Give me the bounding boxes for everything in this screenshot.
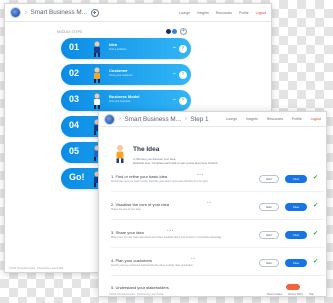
check-icon: ✔ [313, 231, 319, 237]
task-title: 4. Plan your customers [111, 258, 152, 263]
footer-links: About Cookies Privacy Policy Help [267, 293, 314, 296]
back-header: › Smart Business M... Lounge Insights Re… [5, 4, 271, 22]
task-row: 3. Share your idea ● ● ● Write a text yo… [111, 228, 324, 248]
breadcrumb-separator: › [25, 9, 28, 16]
nav-resources[interactable]: Resources [267, 117, 283, 121]
arrow-right-icon[interactable]: › [179, 70, 187, 79]
front-window: › Smart Business M... › Step 1 Lounge In… [98, 111, 327, 297]
step-number: Go! [69, 172, 85, 182]
top-nav: Lounge Insights Resources Profile Logout [226, 117, 321, 121]
section-label: MODULE STEPS [57, 30, 82, 34]
task-title: 5. Understand your stakeholders [111, 285, 169, 290]
footer-copyright: ©2019 Virtual Enterprise · Powered by La… [9, 267, 64, 270]
info-icon: ●● [173, 46, 176, 49]
nav-resources[interactable]: Resources [216, 11, 232, 15]
nav-insights[interactable]: Insights [197, 11, 209, 15]
task-description: Identify the need you want to solve. Des… [111, 180, 209, 183]
lightbulb-person-icon [116, 145, 124, 163]
view-button[interactable]: View [285, 231, 307, 239]
difficulty-dots-icon: ● ● ● [167, 229, 174, 232]
breadcrumb-separator: › [184, 116, 188, 122]
step-name: Idea [109, 42, 118, 47]
footer-link-privacy[interactable]: Privacy Policy [288, 293, 303, 296]
step-card-01[interactable]: 01 Idea Find a problem ●● › [61, 38, 191, 59]
nav-lounge[interactable]: Lounge [226, 117, 237, 121]
step-subtitle: Know your customer [109, 74, 133, 77]
task-description: Identify your key customers and describe… [111, 264, 194, 267]
top-nav: Lounge Insights Resources Profile Logout [179, 11, 266, 15]
step-subtitle: Test your business [109, 100, 131, 103]
person-illustration-icon [94, 93, 100, 109]
check-icon: ✔ [313, 203, 319, 209]
page-instructions: Dedicate time. Complete each task to ear… [133, 161, 219, 165]
task-row: 4. Plan your customers ● ● Identify your… [111, 256, 324, 276]
app-title: Smart Business M... [30, 9, 87, 16]
step-number: 01 [69, 42, 80, 52]
edit-button[interactable]: Edit [259, 231, 279, 239]
app-logo-icon[interactable] [104, 113, 115, 125]
person-illustration-icon [94, 41, 100, 57]
app-logo-icon[interactable] [10, 7, 21, 18]
task-description: Shape the core of your idea. [111, 208, 142, 211]
info-icon: ●● [173, 72, 176, 75]
step-card-02[interactable]: 02 Customer Know your customer ●● › [61, 64, 191, 85]
avatar[interactable] [171, 28, 178, 35]
step-breadcrumb[interactable]: Step 1 [190, 116, 208, 123]
task-description: Write a text you can share with others a… [111, 236, 223, 239]
add-member-icon[interactable]: + [180, 28, 187, 35]
nav-insights[interactable]: Insights [246, 117, 258, 121]
arrow-right-icon[interactable]: › [179, 96, 187, 105]
check-icon: ✔ [313, 175, 319, 181]
step-card-03[interactable]: 03 Business Model Test your business ●● … [61, 90, 191, 111]
footer-copyright: ©2019 Virtual Enterprise · Powered by La… [109, 293, 164, 296]
app-title: Smart Business M... [124, 115, 181, 123]
team-avatars: + [165, 28, 187, 35]
edit-button[interactable]: Edit [259, 175, 279, 183]
step-name: Business Model [109, 94, 140, 99]
add-icon[interactable] [90, 8, 99, 17]
task-title: 2. Visualise the core of your idea [111, 202, 169, 207]
edit-button[interactable]: Edit [259, 203, 279, 211]
task-row: 1. Find or refine your basic idea ● ● ● … [111, 172, 324, 192]
nav-profile[interactable]: Profile [292, 117, 302, 121]
footer-link-cookies[interactable]: About Cookies [267, 293, 283, 296]
difficulty-dots-icon: ● ● [191, 257, 195, 260]
view-button[interactable]: View [285, 259, 307, 267]
front-header: › Smart Business M... › Step 1 Lounge In… [99, 112, 326, 127]
breadcrumb-separator: › [119, 116, 122, 122]
step-number: 03 [69, 94, 80, 104]
status-badge [286, 284, 300, 290]
person-illustration-icon [94, 67, 100, 83]
edit-button[interactable]: Edit [259, 259, 279, 267]
arrow-right-icon[interactable]: › [179, 44, 187, 53]
task-row: 2. Visualise the core of your idea ● ● S… [111, 200, 324, 220]
footer-link-help[interactable]: Help [309, 293, 314, 296]
task-title: 3. Share your idea [111, 230, 144, 235]
step-number: 02 [69, 68, 80, 78]
view-button[interactable]: View [285, 203, 307, 211]
check-icon: ✔ [313, 259, 319, 265]
step-subtitle: Find a problem [109, 48, 127, 51]
step-name: Customer [109, 68, 128, 73]
step-number: 04 [69, 120, 80, 130]
page-title: The Idea [133, 146, 160, 153]
front-body: The Idea In this step you discover your … [99, 127, 326, 296]
difficulty-dots-icon: ● ● [207, 201, 211, 204]
step-number: 05 [69, 146, 80, 156]
difficulty-dots-icon: ● ● ● [197, 173, 204, 176]
nav-profile[interactable]: Profile [239, 11, 249, 15]
task-title: 1. Find or refine your basic idea [111, 174, 168, 179]
nav-logout[interactable]: Logout [256, 11, 266, 15]
info-icon: ●● [173, 98, 176, 101]
nav-lounge[interactable]: Lounge [179, 11, 190, 15]
nav-logout[interactable]: Logout [311, 117, 321, 121]
view-button[interactable]: View [285, 175, 307, 183]
